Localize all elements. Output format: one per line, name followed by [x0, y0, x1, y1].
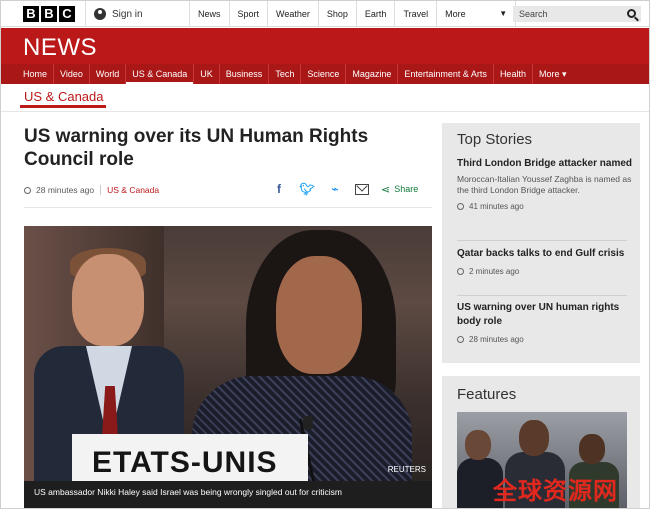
story-headline[interactable]: Qatar backs talks to end Gulf crisis [457, 247, 633, 261]
signin-link[interactable]: Sign in [85, 1, 183, 27]
photo-figure [72, 254, 144, 346]
signin-label: Sign in [112, 8, 143, 20]
facebook-icon[interactable]: f [271, 182, 287, 196]
top-stories-panel: Top Stories Third London Bridge attacker… [442, 123, 640, 363]
global-nav: News Sport Weather Shop Earth Travel Mor… [189, 1, 517, 27]
search-icon[interactable] [627, 9, 636, 18]
share-label: Share [394, 184, 419, 194]
clock-icon [457, 336, 464, 343]
global-nav-more[interactable]: More ▼ [436, 1, 517, 27]
bbc-logo-letter: C [59, 6, 75, 22]
more-label: More [445, 9, 466, 19]
clock-icon [457, 203, 464, 210]
section-nav-item[interactable]: Science [301, 64, 347, 84]
global-nav-sport[interactable]: Sport [228, 1, 268, 27]
story-item[interactable]: US warning over UN human rights body rol… [457, 301, 633, 344]
story-time: 2 minutes ago [457, 267, 633, 276]
bbc-logo[interactable]: B B C [23, 6, 75, 22]
section-nav: Home Video World US & Canada UK Business… [1, 64, 649, 84]
divider [24, 207, 432, 208]
clock-icon [457, 268, 464, 275]
global-nav-earth[interactable]: Earth [355, 1, 395, 27]
article-photo: ETATS-UNIS REUTERS [24, 226, 432, 481]
divider [1, 111, 649, 112]
global-header: B B C Sign in News Sport Weather Shop Ea… [1, 1, 649, 27]
article-timestamp: 28 minutes ago [36, 185, 95, 195]
thumbnail-figure [465, 430, 491, 460]
section-nav-more[interactable]: More ▾ [533, 64, 573, 84]
section-nav-item[interactable]: UK [194, 64, 220, 84]
clock-icon [24, 186, 31, 194]
section-title[interactable]: US & Canada [24, 89, 104, 104]
story-summary: Moroccan-Italian Youssef Zaghba is named… [457, 174, 632, 195]
top-stories-title: Top Stories [457, 131, 533, 148]
section-nav-item-active[interactable]: US & Canada [126, 64, 195, 84]
news-banner: NEWS [1, 28, 649, 64]
divider [457, 295, 627, 296]
global-nav-news[interactable]: News [189, 1, 229, 27]
share-icon: ⋖ [381, 183, 391, 196]
search-input[interactable]: Search [513, 6, 641, 22]
bbc-logo-letter: B [23, 6, 39, 22]
article-meta: 28 minutes ago US & Canada [24, 183, 159, 197]
story-headline[interactable]: Third London Bridge attacker named [457, 157, 633, 171]
story-timestamp: 28 minutes ago [469, 335, 524, 344]
microphone [303, 416, 313, 430]
global-nav-shop[interactable]: Shop [317, 1, 356, 27]
story-time: 28 minutes ago [457, 335, 633, 344]
photo-figure [276, 256, 362, 374]
twitter-icon[interactable]: 🐦︎ [299, 182, 315, 196]
section-nav-item[interactable]: Home [17, 64, 55, 84]
story-timestamp: 41 minutes ago [469, 202, 524, 211]
messenger-icon[interactable]: ⌁ [327, 182, 343, 196]
chevron-down-icon: ▼ [499, 9, 508, 18]
section-nav-item[interactable]: Magazine [346, 64, 399, 84]
section-nav-item[interactable]: Entertainment & Arts [398, 64, 494, 84]
nameplate-text: ETATS-UNIS [92, 446, 278, 479]
story-timestamp: 2 minutes ago [469, 267, 520, 276]
section-nav-item[interactable]: Business [220, 64, 270, 84]
story-item[interactable]: Qatar backs talks to end Gulf crisis 2 m… [457, 247, 633, 276]
user-icon [94, 8, 106, 20]
section-nav-item[interactable]: World [90, 64, 127, 84]
article-headline: US warning over its UN Human Rights Coun… [24, 126, 369, 170]
features-title: Features [457, 386, 517, 403]
global-nav-travel[interactable]: Travel [394, 1, 436, 27]
bbc-logo-letter: B [41, 6, 57, 22]
search-placeholder: Search [519, 9, 548, 19]
story-headline[interactable]: US warning over UN human rights body rol… [457, 301, 633, 329]
photo-caption: US ambassador Nikki Haley said Israel wa… [24, 481, 432, 508]
email-icon[interactable] [355, 183, 369, 195]
news-logo[interactable]: NEWS [23, 34, 97, 62]
thumbnail-figure [519, 420, 549, 456]
share-button[interactable]: ⋖ Share [381, 183, 418, 196]
photo-credit: REUTERS [387, 465, 426, 474]
story-time: 41 minutes ago [457, 202, 633, 211]
section-nav-item[interactable]: Health [494, 64, 533, 84]
divider [457, 240, 627, 241]
section-nav-item[interactable]: Video [54, 64, 90, 84]
global-nav-weather[interactable]: Weather [267, 1, 318, 27]
page-frame: B B C Sign in News Sport Weather Shop Ea… [0, 0, 650, 509]
share-bar: f 🐦︎ ⌁ ⋖ Share [271, 182, 418, 196]
thumbnail-figure [579, 434, 605, 464]
section-underline [20, 105, 106, 108]
watermark: 全球资源网 [493, 477, 618, 505]
article-tag[interactable]: US & Canada [100, 185, 159, 195]
section-nav-item[interactable]: Tech [269, 64, 302, 84]
story-item[interactable]: Third London Bridge attacker named Moroc… [457, 157, 633, 211]
